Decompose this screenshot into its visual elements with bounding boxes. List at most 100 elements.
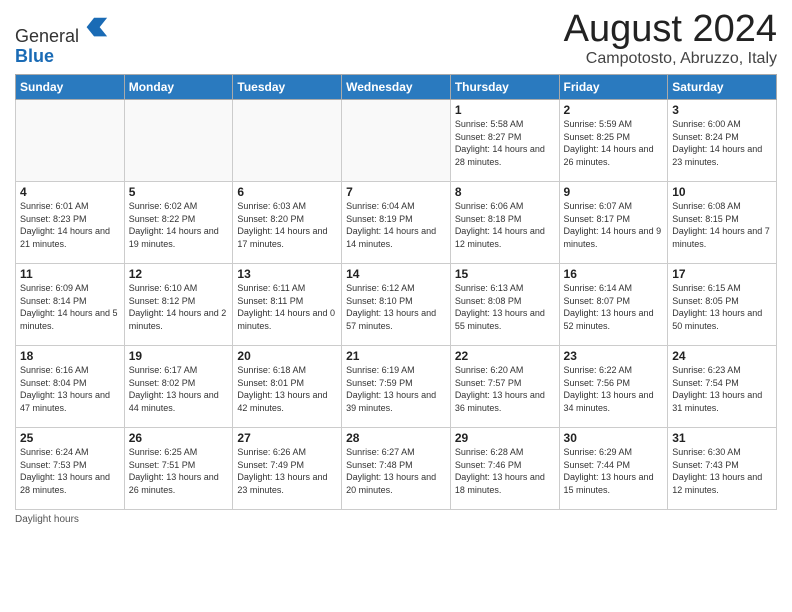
day-info: Sunrise: 6:30 AMSunset: 7:43 PMDaylight:… (672, 446, 772, 496)
calendar-week-row: 1Sunrise: 5:58 AMSunset: 8:27 PMDaylight… (16, 100, 777, 182)
day-info: Sunrise: 6:15 AMSunset: 8:05 PMDaylight:… (672, 282, 772, 332)
calendar-day-cell: 13Sunrise: 6:11 AMSunset: 8:11 PMDayligh… (233, 264, 342, 346)
calendar-day-cell: 6Sunrise: 6:03 AMSunset: 8:20 PMDaylight… (233, 182, 342, 264)
day-number: 28 (346, 431, 446, 445)
day-number: 8 (455, 185, 555, 199)
day-info: Sunrise: 6:27 AMSunset: 7:48 PMDaylight:… (346, 446, 446, 496)
day-number: 4 (20, 185, 120, 199)
footer-note: Daylight hours (15, 514, 777, 525)
calendar-day-cell: 21Sunrise: 6:19 AMSunset: 7:59 PMDayligh… (342, 346, 451, 428)
calendar-day-cell: 18Sunrise: 6:16 AMSunset: 8:04 PMDayligh… (16, 346, 125, 428)
day-info: Sunrise: 6:17 AMSunset: 8:02 PMDaylight:… (129, 364, 229, 414)
calendar-day-cell: 4Sunrise: 6:01 AMSunset: 8:23 PMDaylight… (16, 182, 125, 264)
calendar-week-row: 18Sunrise: 6:16 AMSunset: 8:04 PMDayligh… (16, 346, 777, 428)
day-info: Sunrise: 6:10 AMSunset: 8:12 PMDaylight:… (129, 282, 229, 332)
calendar-day-cell (233, 100, 342, 182)
day-info: Sunrise: 6:14 AMSunset: 8:07 PMDaylight:… (564, 282, 664, 332)
day-info: Sunrise: 6:16 AMSunset: 8:04 PMDaylight:… (20, 364, 120, 414)
calendar-day-cell: 19Sunrise: 6:17 AMSunset: 8:02 PMDayligh… (124, 346, 233, 428)
day-info: Sunrise: 6:00 AMSunset: 8:24 PMDaylight:… (672, 118, 772, 168)
day-info: Sunrise: 6:22 AMSunset: 7:56 PMDaylight:… (564, 364, 664, 414)
calendar-week-row: 4Sunrise: 6:01 AMSunset: 8:23 PMDaylight… (16, 182, 777, 264)
day-number: 22 (455, 349, 555, 363)
day-info: Sunrise: 6:12 AMSunset: 8:10 PMDaylight:… (346, 282, 446, 332)
day-info: Sunrise: 6:19 AMSunset: 7:59 PMDaylight:… (346, 364, 446, 414)
logo: General Blue (15, 14, 109, 67)
weekday-header-monday: Monday (124, 75, 233, 100)
day-info: Sunrise: 6:26 AMSunset: 7:49 PMDaylight:… (237, 446, 337, 496)
calendar-day-cell: 7Sunrise: 6:04 AMSunset: 8:19 PMDaylight… (342, 182, 451, 264)
calendar-day-cell: 2Sunrise: 5:59 AMSunset: 8:25 PMDaylight… (559, 100, 668, 182)
day-number: 15 (455, 267, 555, 281)
calendar-day-cell: 31Sunrise: 6:30 AMSunset: 7:43 PMDayligh… (668, 428, 777, 510)
calendar-day-cell: 20Sunrise: 6:18 AMSunset: 8:01 PMDayligh… (233, 346, 342, 428)
weekday-header-friday: Friday (559, 75, 668, 100)
day-number: 10 (672, 185, 772, 199)
calendar-day-cell: 17Sunrise: 6:15 AMSunset: 8:05 PMDayligh… (668, 264, 777, 346)
calendar-table: SundayMondayTuesdayWednesdayThursdayFrid… (15, 74, 777, 510)
day-number: 2 (564, 103, 664, 117)
day-info: Sunrise: 5:58 AMSunset: 8:27 PMDaylight:… (455, 118, 555, 168)
day-info: Sunrise: 6:02 AMSunset: 8:22 PMDaylight:… (129, 200, 229, 250)
calendar-body: 1Sunrise: 5:58 AMSunset: 8:27 PMDaylight… (16, 100, 777, 510)
weekday-header-tuesday: Tuesday (233, 75, 342, 100)
calendar-day-cell: 22Sunrise: 6:20 AMSunset: 7:57 PMDayligh… (450, 346, 559, 428)
day-info: Sunrise: 6:03 AMSunset: 8:20 PMDaylight:… (237, 200, 337, 250)
day-number: 27 (237, 431, 337, 445)
calendar-header: SundayMondayTuesdayWednesdayThursdayFrid… (16, 75, 777, 100)
page-title: August 2024 (564, 10, 777, 48)
day-info: Sunrise: 6:28 AMSunset: 7:46 PMDaylight:… (455, 446, 555, 496)
header: General Blue August 2024 Campotosto, Abr… (15, 10, 777, 68)
day-info: Sunrise: 6:24 AMSunset: 7:53 PMDaylight:… (20, 446, 120, 496)
day-number: 24 (672, 349, 772, 363)
calendar-day-cell: 14Sunrise: 6:12 AMSunset: 8:10 PMDayligh… (342, 264, 451, 346)
calendar-day-cell: 28Sunrise: 6:27 AMSunset: 7:48 PMDayligh… (342, 428, 451, 510)
day-number: 26 (129, 431, 229, 445)
day-number: 16 (564, 267, 664, 281)
calendar-day-cell: 12Sunrise: 6:10 AMSunset: 8:12 PMDayligh… (124, 264, 233, 346)
calendar-day-cell: 9Sunrise: 6:07 AMSunset: 8:17 PMDaylight… (559, 182, 668, 264)
calendar-day-cell: 27Sunrise: 6:26 AMSunset: 7:49 PMDayligh… (233, 428, 342, 510)
day-info: Sunrise: 6:04 AMSunset: 8:19 PMDaylight:… (346, 200, 446, 250)
calendar-day-cell: 16Sunrise: 6:14 AMSunset: 8:07 PMDayligh… (559, 264, 668, 346)
calendar-day-cell: 24Sunrise: 6:23 AMSunset: 7:54 PMDayligh… (668, 346, 777, 428)
day-number: 25 (20, 431, 120, 445)
day-number: 23 (564, 349, 664, 363)
day-info: Sunrise: 6:13 AMSunset: 8:08 PMDaylight:… (455, 282, 555, 332)
day-number: 13 (237, 267, 337, 281)
logo-general: General (15, 26, 79, 46)
calendar-day-cell: 15Sunrise: 6:13 AMSunset: 8:08 PMDayligh… (450, 264, 559, 346)
calendar-day-cell: 3Sunrise: 6:00 AMSunset: 8:24 PMDaylight… (668, 100, 777, 182)
logo-text-block: General Blue (15, 14, 109, 67)
location-subtitle: Campotosto, Abruzzo, Italy (564, 50, 777, 68)
day-info: Sunrise: 6:11 AMSunset: 8:11 PMDaylight:… (237, 282, 337, 332)
day-number: 21 (346, 349, 446, 363)
calendar-day-cell: 5Sunrise: 6:02 AMSunset: 8:22 PMDaylight… (124, 182, 233, 264)
day-number: 5 (129, 185, 229, 199)
day-number: 3 (672, 103, 772, 117)
logo-flag-icon (81, 14, 109, 42)
calendar-day-cell: 30Sunrise: 6:29 AMSunset: 7:44 PMDayligh… (559, 428, 668, 510)
day-number: 31 (672, 431, 772, 445)
calendar-week-row: 11Sunrise: 6:09 AMSunset: 8:14 PMDayligh… (16, 264, 777, 346)
weekday-header-wednesday: Wednesday (342, 75, 451, 100)
calendar-day-cell: 29Sunrise: 6:28 AMSunset: 7:46 PMDayligh… (450, 428, 559, 510)
calendar-day-cell (124, 100, 233, 182)
calendar-day-cell (342, 100, 451, 182)
logo-blue: Blue (15, 46, 54, 66)
day-number: 14 (346, 267, 446, 281)
weekday-header-sunday: Sunday (16, 75, 125, 100)
day-number: 18 (20, 349, 120, 363)
day-number: 11 (20, 267, 120, 281)
day-number: 19 (129, 349, 229, 363)
day-number: 29 (455, 431, 555, 445)
day-info: Sunrise: 6:23 AMSunset: 7:54 PMDaylight:… (672, 364, 772, 414)
day-number: 20 (237, 349, 337, 363)
day-info: Sunrise: 6:09 AMSunset: 8:14 PMDaylight:… (20, 282, 120, 332)
calendar-day-cell: 23Sunrise: 6:22 AMSunset: 7:56 PMDayligh… (559, 346, 668, 428)
day-info: Sunrise: 6:25 AMSunset: 7:51 PMDaylight:… (129, 446, 229, 496)
day-number: 17 (672, 267, 772, 281)
day-info: Sunrise: 6:20 AMSunset: 7:57 PMDaylight:… (455, 364, 555, 414)
day-info: Sunrise: 6:29 AMSunset: 7:44 PMDaylight:… (564, 446, 664, 496)
day-number: 1 (455, 103, 555, 117)
